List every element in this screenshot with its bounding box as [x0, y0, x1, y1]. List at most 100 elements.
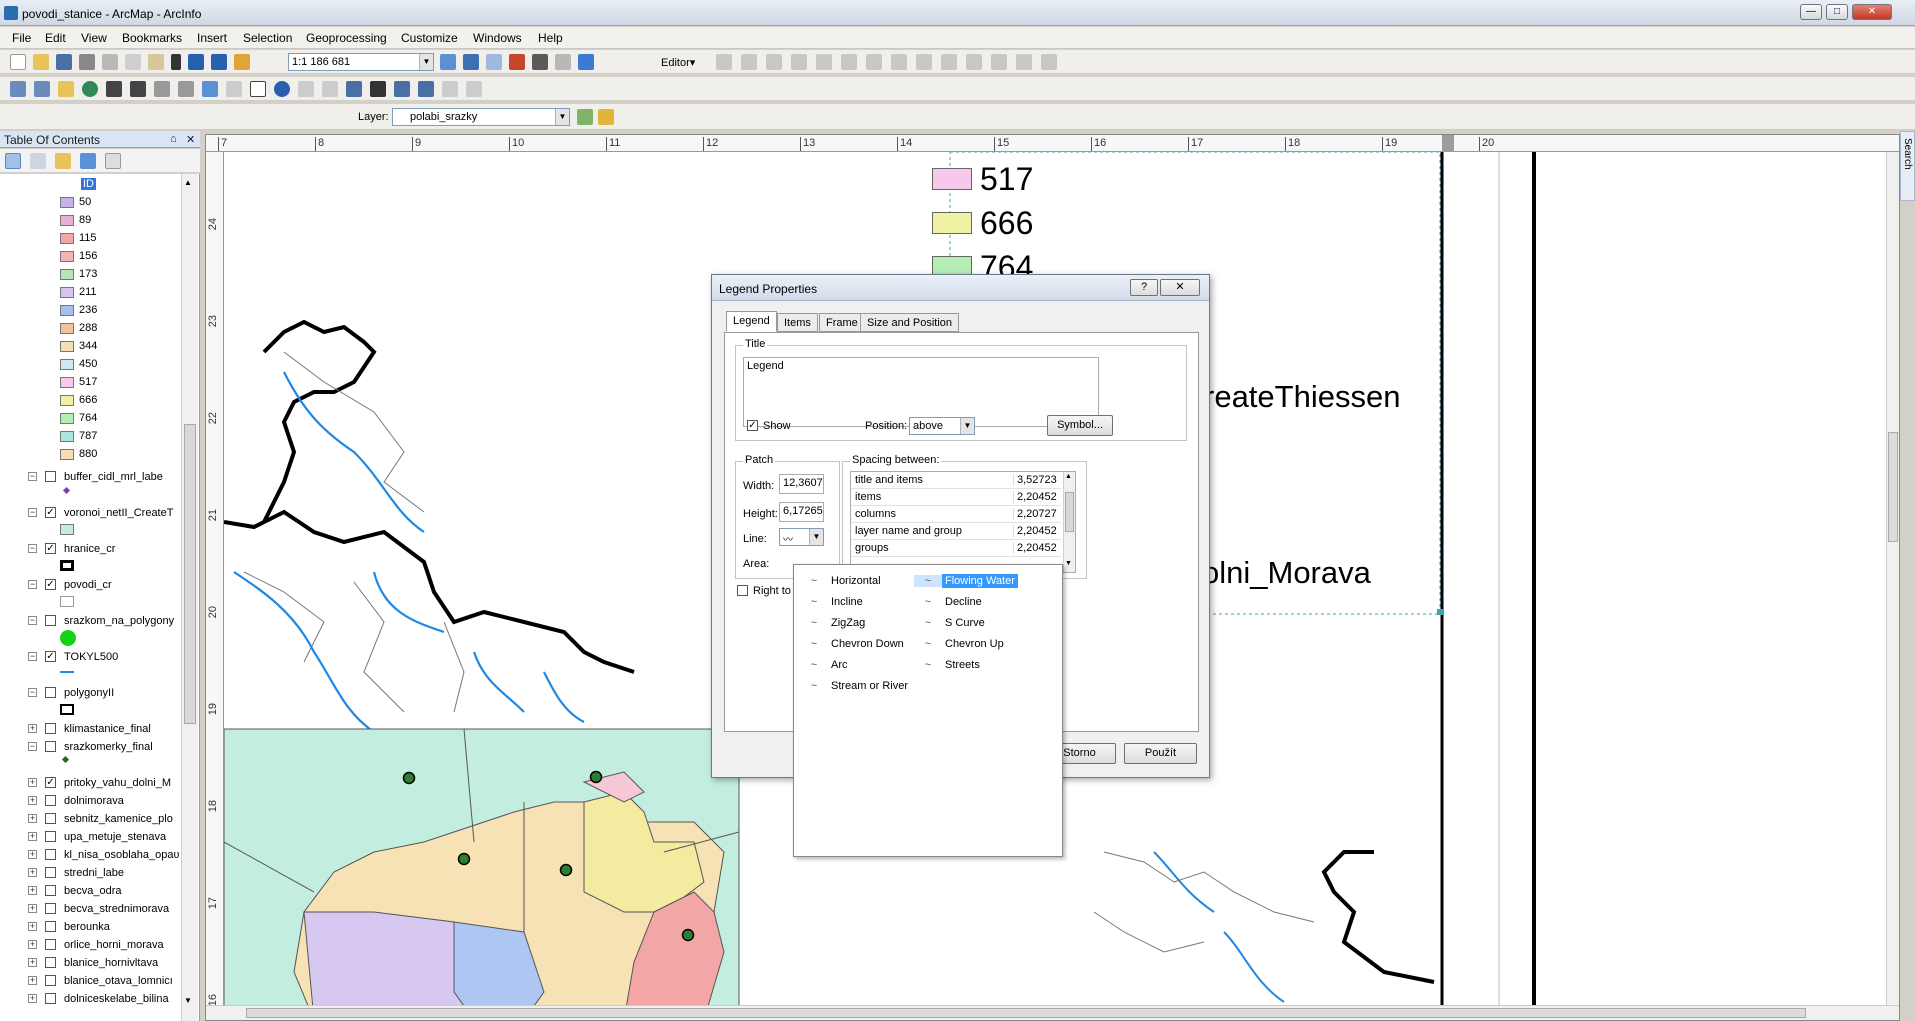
symbol-class-item[interactable]: 450 — [60, 358, 97, 370]
layer-visibility-checkbox[interactable] — [45, 903, 56, 914]
tab-items[interactable]: Items — [777, 313, 818, 332]
edit-tool-icon[interactable] — [716, 54, 732, 70]
maximize-button[interactable]: □ — [1826, 4, 1848, 20]
layer-effects-icon[interactable] — [577, 109, 593, 125]
hscroll-thumb[interactable] — [246, 1008, 1806, 1018]
layer-visibility-checkbox[interactable]: ✓ — [45, 543, 56, 554]
layer-name[interactable]: stredni_labe — [64, 867, 180, 879]
layout-view-icon[interactable] — [463, 54, 479, 70]
full-extent-icon[interactable] — [82, 81, 98, 97]
add-data-icon[interactable] — [234, 54, 250, 70]
menu-windows[interactable]: Windows — [473, 31, 522, 45]
layer-visibility-checkbox[interactable] — [45, 993, 56, 1004]
layer-name[interactable]: dolnimorava — [64, 795, 180, 807]
go-forward-icon[interactable] — [178, 81, 194, 97]
menu-selection[interactable]: Selection — [243, 31, 292, 45]
line-patch-option[interactable]: ~ Streets — [914, 655, 1026, 674]
expand-toggle-icon[interactable]: + — [28, 778, 37, 787]
go-back-icon[interactable] — [154, 81, 170, 97]
toc-layer-row[interactable]: + becva_odra — [0, 882, 180, 900]
select-features-icon[interactable] — [202, 81, 218, 97]
layer-name[interactable]: povodi_cr — [64, 579, 180, 591]
spacing-value[interactable]: 3,52723 — [1013, 474, 1057, 486]
symbol-class-item[interactable]: 787 — [60, 430, 97, 442]
line-patch-option[interactable]: ~ Chevron Down — [800, 634, 912, 653]
symbol-class-item[interactable]: 517 — [60, 376, 97, 388]
create-features-icon[interactable] — [1041, 54, 1057, 70]
layer-visibility-checkbox[interactable]: ✓ — [45, 777, 56, 788]
measure-icon[interactable] — [346, 81, 362, 97]
toc-layer-row[interactable]: + dolnimorava — [0, 792, 180, 810]
toc-layer-row[interactable]: + upa_metuje_stenava — [0, 828, 180, 846]
paste-icon[interactable] — [148, 54, 164, 70]
symbol-class-item[interactable]: 344 — [60, 340, 97, 352]
expand-toggle-icon[interactable]: + — [28, 832, 37, 841]
toc-layer-row[interactable]: + blanice_otava_lomnicı — [0, 972, 180, 990]
symbol-class-item[interactable]: 236 — [60, 304, 97, 316]
save-icon[interactable] — [56, 54, 72, 70]
straight-segment-icon[interactable] — [766, 54, 782, 70]
spacing-row[interactable]: layer name and group 2,20452 — [851, 523, 1061, 540]
copy-icon[interactable] — [125, 54, 141, 70]
toc-layer-row[interactable]: − ✓ hranice_cr — [0, 540, 180, 558]
toc-layer-row[interactable]: + ✓ pritoky_vahu_dolni_M — [0, 774, 180, 792]
layer-name[interactable]: becva_odra — [64, 885, 180, 897]
spacing-scrollbar[interactable]: ▲ ▼ — [1063, 472, 1075, 572]
map-scale-combo[interactable]: 1:1 186 681 ▼ — [288, 53, 434, 71]
line-patch-option[interactable]: ~ Decline — [914, 592, 1026, 611]
list-by-visibility-icon[interactable] — [55, 153, 71, 169]
line-patch-option[interactable]: ~ S Curve — [914, 613, 1026, 632]
station-point[interactable] — [559, 863, 573, 877]
layer-visibility-checkbox[interactable] — [45, 939, 56, 950]
open-folder-icon[interactable] — [33, 54, 49, 70]
toc-layer-row[interactable]: + dolniceskelabe_bilina — [0, 990, 180, 1008]
vscroll-thumb[interactable] — [1888, 432, 1898, 542]
selection-handle[interactable] — [1437, 609, 1443, 615]
expand-toggle-icon[interactable]: − — [28, 472, 37, 481]
arctoolbox-icon[interactable] — [509, 54, 525, 70]
layout-hscrollbar[interactable] — [206, 1005, 1899, 1020]
layer-name[interactable]: kl_nisa_osoblaha_opaʋ — [64, 849, 180, 861]
zoom-out-icon[interactable] — [34, 81, 50, 97]
layer-name[interactable]: hranice_cr — [64, 543, 180, 555]
spacing-row[interactable]: items 2,20452 — [851, 489, 1061, 506]
layer-visibility-checkbox[interactable] — [45, 687, 56, 698]
toc-scrollbar[interactable]: ▲ ▼ — [181, 174, 198, 1021]
reshape-icon[interactable] — [891, 54, 907, 70]
toc-layer-row[interactable]: + stredni_labe — [0, 864, 180, 882]
right-to-left-checkbox[interactable] — [737, 585, 748, 596]
layer-name[interactable]: dolniceskelabe_bilina — [64, 993, 180, 1005]
find-route-icon[interactable] — [394, 81, 410, 97]
layer-name[interactable]: upa_metuje_stenava — [64, 831, 180, 843]
tab-size-and-position[interactable]: Size and Position — [860, 313, 959, 332]
line-patch-option[interactable]: ~ Stream or River — [800, 676, 912, 695]
toc-layer-row[interactable]: − polygonyII — [0, 684, 180, 702]
layer-name[interactable]: srazkom_na_polygony — [64, 615, 180, 627]
menu-insert[interactable]: Insert — [197, 31, 227, 45]
expand-toggle-icon[interactable]: − — [28, 616, 37, 625]
symbol-class-item[interactable]: 764 — [60, 412, 97, 424]
fixed-zoom-in-icon[interactable] — [106, 81, 122, 97]
toc-layer-row[interactable]: − srazkomerky_final — [0, 738, 180, 756]
layer-visibility-checkbox[interactable]: ✓ — [45, 651, 56, 662]
line-patch-option[interactable]: ~ Arc — [800, 655, 912, 674]
delete-icon[interactable] — [171, 54, 181, 70]
symbol-class-item[interactable]: 666 — [60, 394, 97, 406]
layer-name[interactable]: srazkomerky_final — [64, 741, 180, 753]
editor-toolbar-icon[interactable] — [440, 54, 456, 70]
layer-visibility-checkbox[interactable] — [45, 885, 56, 896]
layer-visibility-checkbox[interactable] — [45, 813, 56, 824]
spacing-list[interactable]: title and items 3,52723 items 2,20452 column… — [850, 471, 1076, 573]
toc-layer-row[interactable]: − buffer_cidl_mrl_labe — [0, 468, 180, 486]
symbol-button[interactable]: Symbol... — [1047, 415, 1113, 436]
undo-icon[interactable] — [188, 54, 204, 70]
expand-toggle-icon[interactable]: + — [28, 886, 37, 895]
menu-file[interactable]: File — [12, 31, 31, 45]
menu-geoprocessing[interactable]: Geoprocessing — [306, 31, 387, 45]
menu-bookmarks[interactable]: Bookmarks — [122, 31, 182, 45]
toc-layer-row[interactable]: + orlice_horni_morava — [0, 936, 180, 954]
layer-visibility-checkbox[interactable] — [45, 471, 56, 482]
zoom-in-icon[interactable] — [10, 81, 26, 97]
expand-toggle-icon[interactable]: + — [28, 796, 37, 805]
clear-selection-icon[interactable] — [226, 81, 242, 97]
